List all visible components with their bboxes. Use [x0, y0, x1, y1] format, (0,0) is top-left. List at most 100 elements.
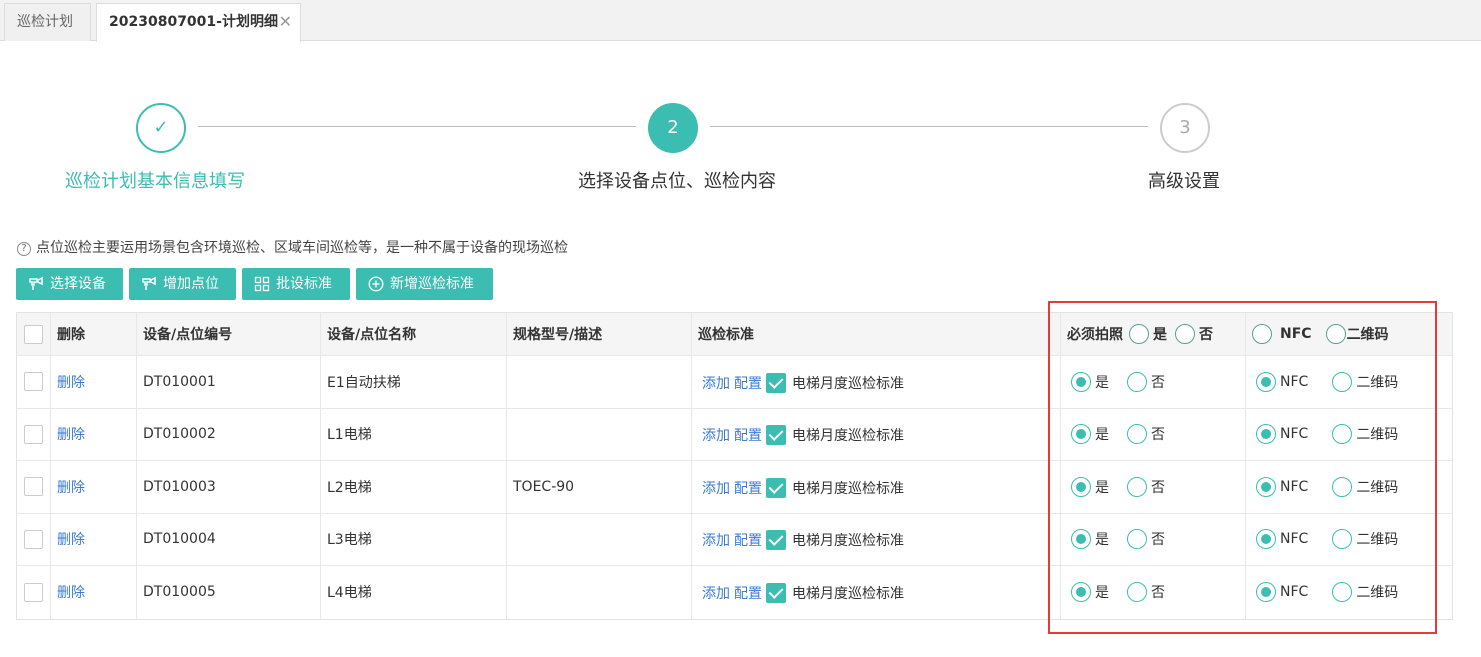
- photo-no-radio[interactable]: 否: [1127, 424, 1165, 445]
- header-code: 设备/点位编号: [137, 313, 321, 355]
- device-name: L4电梯: [321, 566, 507, 619]
- photo-yes-radio[interactable]: 是: [1071, 371, 1109, 392]
- radio-icon: [1332, 424, 1353, 445]
- row-checkbox[interactable]: [24, 372, 43, 392]
- radio-selected-icon: [1071, 424, 1091, 445]
- radio-icon: [1127, 476, 1147, 497]
- config-link[interactable]: 配置: [734, 583, 762, 603]
- device-code: DT010004: [137, 513, 321, 565]
- add-standard-link[interactable]: 添加: [702, 583, 730, 603]
- select-all-checkbox[interactable]: [24, 324, 43, 344]
- step-3-circle[interactable]: 3: [1160, 103, 1210, 153]
- standard-checkbox[interactable]: [766, 425, 786, 446]
- row-checkbox[interactable]: [24, 582, 43, 602]
- radio-selected-icon: [1256, 424, 1276, 445]
- photo-yes-radio[interactable]: 是: [1071, 529, 1109, 550]
- qr-radio[interactable]: 二维码: [1332, 476, 1398, 497]
- batch-standard-button[interactable]: 批设标准: [242, 268, 350, 300]
- step-2-label: 选择设备点位、巡检内容: [578, 171, 776, 192]
- tab-patrol-plan[interactable]: 巡检计划: [4, 3, 91, 41]
- step-2-circle: 2: [648, 103, 698, 153]
- standard-checkbox[interactable]: [766, 530, 786, 551]
- device-name: L3电梯: [321, 513, 507, 565]
- delete-link[interactable]: 删除: [57, 529, 85, 549]
- photo-no-radio[interactable]: 否: [1127, 529, 1165, 550]
- nfc-radio[interactable]: NFC: [1256, 476, 1308, 497]
- row-checkbox[interactable]: [24, 529, 43, 549]
- delete-link[interactable]: 删除: [57, 582, 85, 602]
- qr-radio[interactable]: 二维码: [1332, 529, 1398, 550]
- device-code: DT010001: [137, 356, 321, 408]
- header-photo-yes[interactable]: 是: [1129, 324, 1167, 344]
- row-checkbox[interactable]: [24, 424, 43, 444]
- nfc-radio[interactable]: NFC: [1256, 529, 1308, 550]
- standard-checkbox[interactable]: [766, 583, 786, 604]
- config-link[interactable]: 配置: [734, 478, 762, 498]
- header-nfc[interactable]: NFC: [1252, 324, 1312, 344]
- table-row: 删除 DT010001 E1自动扶梯 添加 配置 电梯月度巡检标准 是 否 NF…: [17, 356, 1452, 409]
- row-checkbox[interactable]: [24, 477, 43, 497]
- device-spec: [507, 408, 692, 460]
- photo-no-radio[interactable]: 否: [1127, 582, 1165, 603]
- radio-icon: [1332, 371, 1353, 392]
- tab-plan-detail[interactable]: 20230807001-计划明细 ✕: [96, 3, 301, 42]
- radio-selected-icon: [1256, 476, 1276, 497]
- hint-text: ? 点位巡检主要运用场景包含环境巡检、区域车间巡检等，是一种不属于设备的现场巡检: [17, 237, 568, 257]
- device-icon: [29, 276, 43, 290]
- device-name: E1自动扶梯: [321, 356, 507, 408]
- radio-icon: [1332, 529, 1353, 550]
- qr-radio[interactable]: 二维码: [1332, 582, 1398, 603]
- nfc-radio[interactable]: NFC: [1256, 371, 1308, 392]
- add-standard-link[interactable]: 添加: [702, 373, 730, 393]
- device-code: DT010003: [137, 461, 321, 513]
- close-icon[interactable]: ✕: [279, 4, 292, 40]
- radio-icon: [1127, 424, 1147, 445]
- qr-radio[interactable]: 二维码: [1332, 371, 1398, 392]
- step-1-check-icon: ✓: [136, 103, 186, 153]
- device-spec: [507, 566, 692, 619]
- standard-name: 电梯月度巡检标准: [792, 480, 904, 497]
- delete-link[interactable]: 删除: [57, 424, 85, 444]
- config-link[interactable]: 配置: [734, 530, 762, 550]
- question-icon: ?: [17, 242, 31, 256]
- device-spec: TOEC-90: [507, 461, 692, 513]
- radio-icon: [1175, 324, 1195, 344]
- table-row: 删除 DT010003 L2电梯 TOEC-90 添加 配置 电梯月度巡检标准 …: [17, 461, 1452, 514]
- add-standard-link[interactable]: 添加: [702, 425, 730, 445]
- nfc-radio[interactable]: NFC: [1256, 424, 1308, 445]
- photo-yes-radio[interactable]: 是: [1071, 424, 1109, 445]
- photo-yes-radio[interactable]: 是: [1071, 582, 1109, 603]
- photo-no-radio[interactable]: 否: [1127, 371, 1165, 392]
- device-code: DT010005: [137, 566, 321, 619]
- device-name: L1电梯: [321, 408, 507, 460]
- header-spec: 规格型号/描述: [507, 313, 692, 355]
- radio-selected-icon: [1071, 529, 1091, 550]
- delete-link[interactable]: 删除: [57, 477, 85, 497]
- standard-name: 电梯月度巡检标准: [792, 428, 904, 445]
- new-standard-button[interactable]: 新增巡检标准: [356, 268, 493, 300]
- standard-checkbox[interactable]: [766, 477, 786, 498]
- device-spec: [507, 356, 692, 408]
- table-row: 删除 DT010005 L4电梯 添加 配置 电梯月度巡检标准 是 否 NFC …: [17, 566, 1452, 619]
- header-qr[interactable]: 二维码: [1325, 324, 1389, 344]
- standard-checkbox[interactable]: [766, 372, 786, 393]
- plus-circle-icon: [368, 276, 384, 292]
- standard-name: 电梯月度巡检标准: [792, 586, 904, 603]
- header-scan: NFC 二维码: [1246, 313, 1454, 355]
- header-photo-no[interactable]: 否: [1175, 324, 1213, 344]
- table-header: 删除 设备/点位编号 设备/点位名称 规格型号/描述 巡检标准 必须拍照 是 否…: [17, 313, 1452, 356]
- add-point-button[interactable]: 增加点位: [129, 268, 236, 300]
- config-link[interactable]: 配置: [734, 425, 762, 445]
- device-table: 删除 设备/点位编号 设备/点位名称 规格型号/描述 巡检标准 必须拍照 是 否…: [16, 312, 1453, 620]
- device-name: L2电梯: [321, 461, 507, 513]
- config-link[interactable]: 配置: [734, 373, 762, 393]
- photo-yes-radio[interactable]: 是: [1071, 476, 1109, 497]
- photo-no-radio[interactable]: 否: [1127, 476, 1165, 497]
- add-standard-link[interactable]: 添加: [702, 530, 730, 550]
- delete-link[interactable]: 删除: [57, 372, 85, 392]
- radio-selected-icon: [1256, 529, 1276, 550]
- select-device-button[interactable]: 选择设备: [16, 268, 123, 300]
- nfc-radio[interactable]: NFC: [1256, 582, 1308, 603]
- add-standard-link[interactable]: 添加: [702, 478, 730, 498]
- qr-radio[interactable]: 二维码: [1332, 424, 1398, 445]
